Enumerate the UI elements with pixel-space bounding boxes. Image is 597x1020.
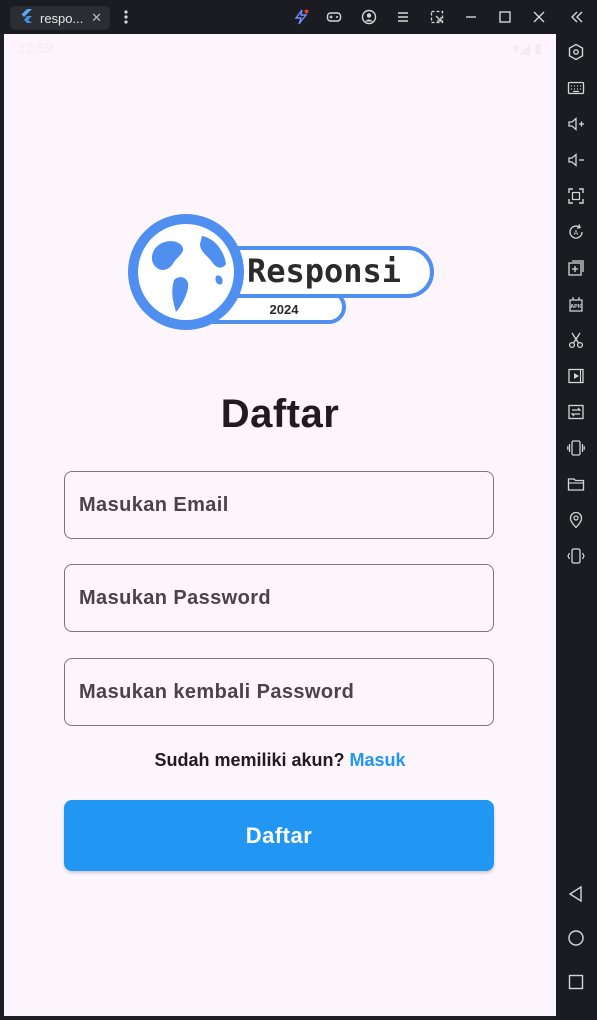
confirm-password-input[interactable] <box>65 659 493 725</box>
status-bar: 12:59 ▾◢ ▮ <box>4 34 556 62</box>
login-prompt: Sudah memiliki akun? Masuk <box>4 750 556 771</box>
volume-down-icon[interactable] <box>566 150 586 170</box>
collapse-icon[interactable] <box>568 8 586 26</box>
install-icon[interactable] <box>566 258 586 278</box>
maximize-icon[interactable] <box>496 8 514 26</box>
register-button[interactable]: Daftar <box>64 800 494 871</box>
login-link[interactable]: Masuk <box>350 750 406 770</box>
recents-icon[interactable] <box>566 972 586 992</box>
location-icon[interactable] <box>566 510 586 530</box>
more-vert-icon[interactable] <box>117 8 135 26</box>
svg-text:A: A <box>574 230 579 237</box>
page-title: Daftar <box>220 392 340 436</box>
apk-icon[interactable]: APK <box>566 294 586 314</box>
emulator-sidebar: A APK <box>556 34 597 1020</box>
gamepad-icon[interactable] <box>325 8 343 26</box>
emulator-titlebar: respo... ✕ <box>0 0 597 34</box>
home-icon[interactable] <box>566 928 586 948</box>
svg-text:APK: APK <box>570 304 582 310</box>
email-field[interactable] <box>64 471 494 539</box>
tab-title: respo... <box>40 10 84 26</box>
fullscreen-icon[interactable] <box>566 186 586 206</box>
app-screen: 12:59 ▾◢ ▮ Responsi 2024 Daftar Masukan … <box>4 34 556 1016</box>
rotate-icon[interactable]: A <box>566 222 586 242</box>
logo-year: 2024 <box>270 302 300 317</box>
back-icon[interactable] <box>566 884 586 904</box>
flutter-icon <box>20 8 32 28</box>
app-tab[interactable]: respo... ✕ <box>10 6 110 30</box>
password-field[interactable] <box>64 564 494 632</box>
screenshot-icon[interactable] <box>428 8 446 26</box>
tab-close-icon[interactable]: ✕ <box>91 10 102 26</box>
confirm-password-field[interactable] <box>64 658 494 726</box>
menu-icon[interactable] <box>394 8 412 26</box>
folder-icon[interactable] <box>566 474 586 494</box>
shake-icon[interactable] <box>566 438 586 458</box>
vibrate-icon[interactable] <box>566 546 586 566</box>
status-icons: ▾◢ ▮ <box>512 40 542 56</box>
password-input[interactable] <box>65 565 493 631</box>
settings-icon[interactable] <box>566 42 586 62</box>
have-account-text: Sudah memiliki akun? <box>154 750 345 770</box>
scissors-icon[interactable] <box>566 330 586 350</box>
logo-name: Responsi <box>247 252 401 290</box>
keyboard-icon[interactable] <box>566 78 586 98</box>
account-icon[interactable] <box>360 8 378 26</box>
responsi-logo: Responsi 2024 <box>124 212 436 332</box>
record-icon[interactable] <box>566 366 586 386</box>
sync-icon[interactable] <box>566 402 586 422</box>
status-time: 12:59 <box>18 40 54 56</box>
minimize-icon[interactable] <box>462 8 480 26</box>
volume-up-icon[interactable] <box>566 114 586 134</box>
bolt-icon[interactable] <box>292 8 310 26</box>
close-icon[interactable] <box>530 8 548 26</box>
email-input[interactable] <box>65 472 493 538</box>
